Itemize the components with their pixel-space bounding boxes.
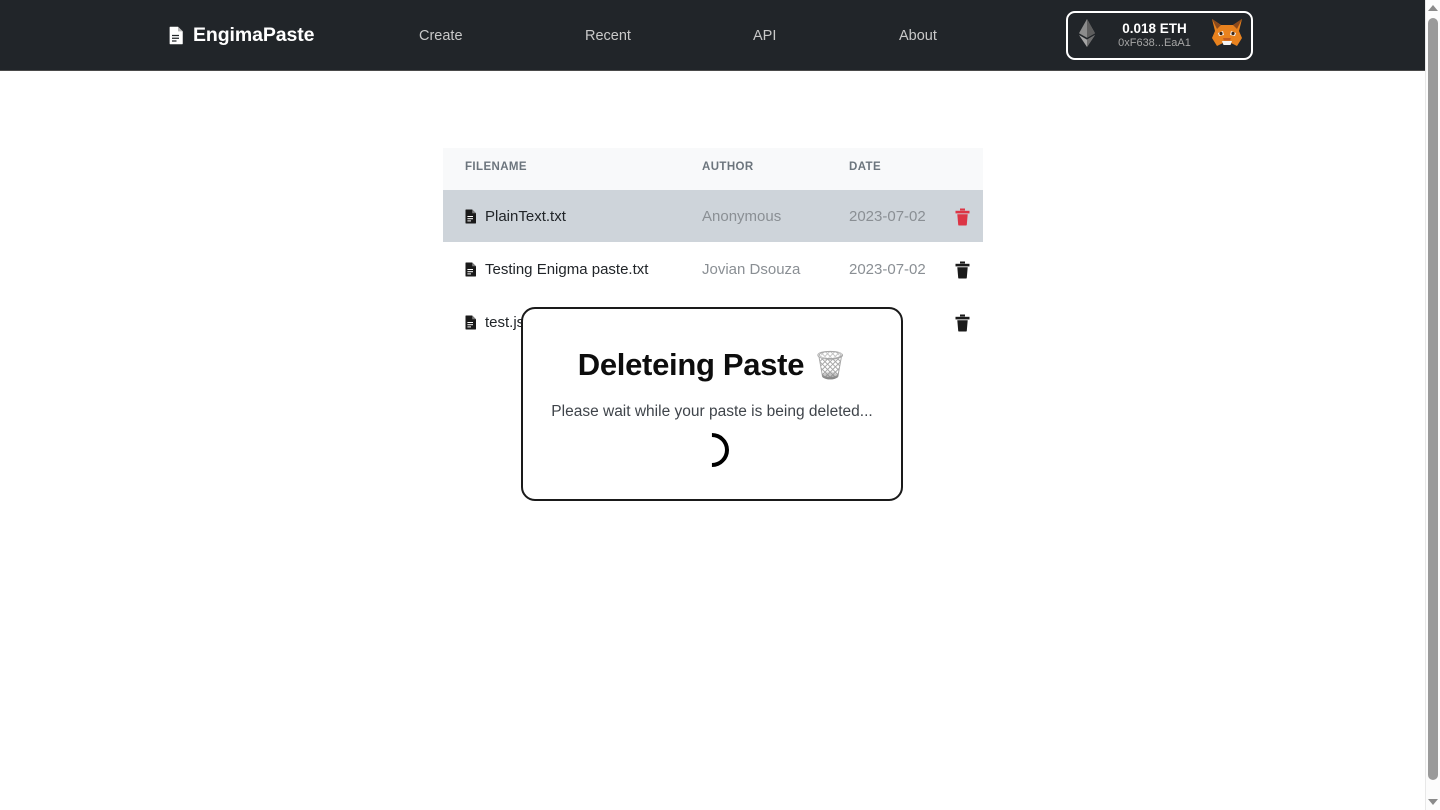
cell-date: 2023-07-02 xyxy=(849,243,926,296)
table-row[interactable]: Testing Enigma paste.txt Jovian Dsouza 2… xyxy=(443,243,983,296)
trash-icon xyxy=(955,261,970,279)
delete-paste-button[interactable] xyxy=(951,296,973,349)
column-header-date: DATE xyxy=(849,161,882,173)
nav-link-api-label: API xyxy=(753,27,777,44)
cell-author: Jovian Dsouza xyxy=(702,243,800,296)
file-document-icon xyxy=(465,315,477,330)
delete-paste-button[interactable] xyxy=(951,243,973,296)
brand-logo[interactable]: EngimaPaste xyxy=(169,0,314,71)
deleting-paste-modal: Deleteing Paste 🗑️ Please wait while you… xyxy=(521,307,903,501)
wastebasket-emoji-icon: 🗑️ xyxy=(814,350,847,380)
nav-link-recent[interactable]: Recent xyxy=(585,0,631,71)
scroll-up-arrow-icon[interactable] xyxy=(1426,0,1440,16)
column-header-author: AUTHOR xyxy=(702,161,754,173)
table-header-row: FILENAME AUTHOR DATE xyxy=(443,148,983,190)
table-row[interactable]: PlainText.txt Anonymous 2023-07-02 xyxy=(443,190,983,243)
wallet-badge[interactable]: 0.018 ETH 0xF638...EaA1 xyxy=(1066,11,1253,60)
date-label: 2023-07-02 xyxy=(849,208,926,225)
filename-label: PlainText.txt xyxy=(485,208,566,225)
modal-title-label: Deleteing Paste xyxy=(577,347,805,382)
filename-label: Testing Enigma paste.txt xyxy=(485,261,649,278)
file-document-icon xyxy=(465,209,477,224)
modal-subtitle: Please wait while your paste is being de… xyxy=(551,403,873,420)
trash-icon xyxy=(955,208,970,226)
nav-link-about[interactable]: About xyxy=(899,0,937,71)
wallet-address: 0xF638...EaA1 xyxy=(1118,36,1191,49)
filename-label: test.js xyxy=(485,314,525,331)
delete-paste-button[interactable] xyxy=(951,190,973,243)
nav-link-api[interactable]: API xyxy=(753,0,776,71)
scroll-down-arrow-icon[interactable] xyxy=(1426,794,1440,810)
nav-link-create-label: Create xyxy=(419,27,463,44)
loading-spinner-icon xyxy=(687,425,737,475)
trash-icon xyxy=(955,314,970,332)
cell-filename[interactable]: Testing Enigma paste.txt xyxy=(465,243,648,296)
page-viewport: EngimaPaste Create Recent API About 0.01… xyxy=(0,0,1425,810)
ethereum-diamond-icon xyxy=(1074,16,1100,55)
metamask-fox-icon xyxy=(1209,16,1245,55)
nav-link-create[interactable]: Create xyxy=(419,0,463,71)
wallet-info: 0.018 ETH 0xF638...EaA1 xyxy=(1104,21,1205,50)
vertical-scrollbar[interactable] xyxy=(1425,0,1440,810)
cell-author: Anonymous xyxy=(702,190,781,243)
author-label: Jovian Dsouza xyxy=(702,261,801,278)
cell-date: 2023-07-02 xyxy=(849,190,926,243)
date-label: 2023-07-02 xyxy=(849,261,926,278)
brand-title: EngimaPaste xyxy=(193,24,315,46)
column-header-filename: FILENAME xyxy=(465,161,527,173)
file-document-icon xyxy=(169,26,184,45)
author-label: Anonymous xyxy=(702,208,782,225)
cell-filename[interactable]: PlainText.txt xyxy=(465,190,566,243)
cell-filename[interactable]: test.js xyxy=(465,296,524,349)
navbar: EngimaPaste Create Recent API About 0.01… xyxy=(0,0,1425,71)
scrollbar-thumb[interactable] xyxy=(1428,18,1438,780)
nav-link-recent-label: Recent xyxy=(585,27,631,44)
nav-link-about-label: About xyxy=(899,27,937,44)
file-document-icon xyxy=(465,262,477,277)
wallet-balance: 0.018 ETH xyxy=(1122,21,1187,37)
modal-title: Deleteing Paste 🗑️ xyxy=(577,347,847,383)
